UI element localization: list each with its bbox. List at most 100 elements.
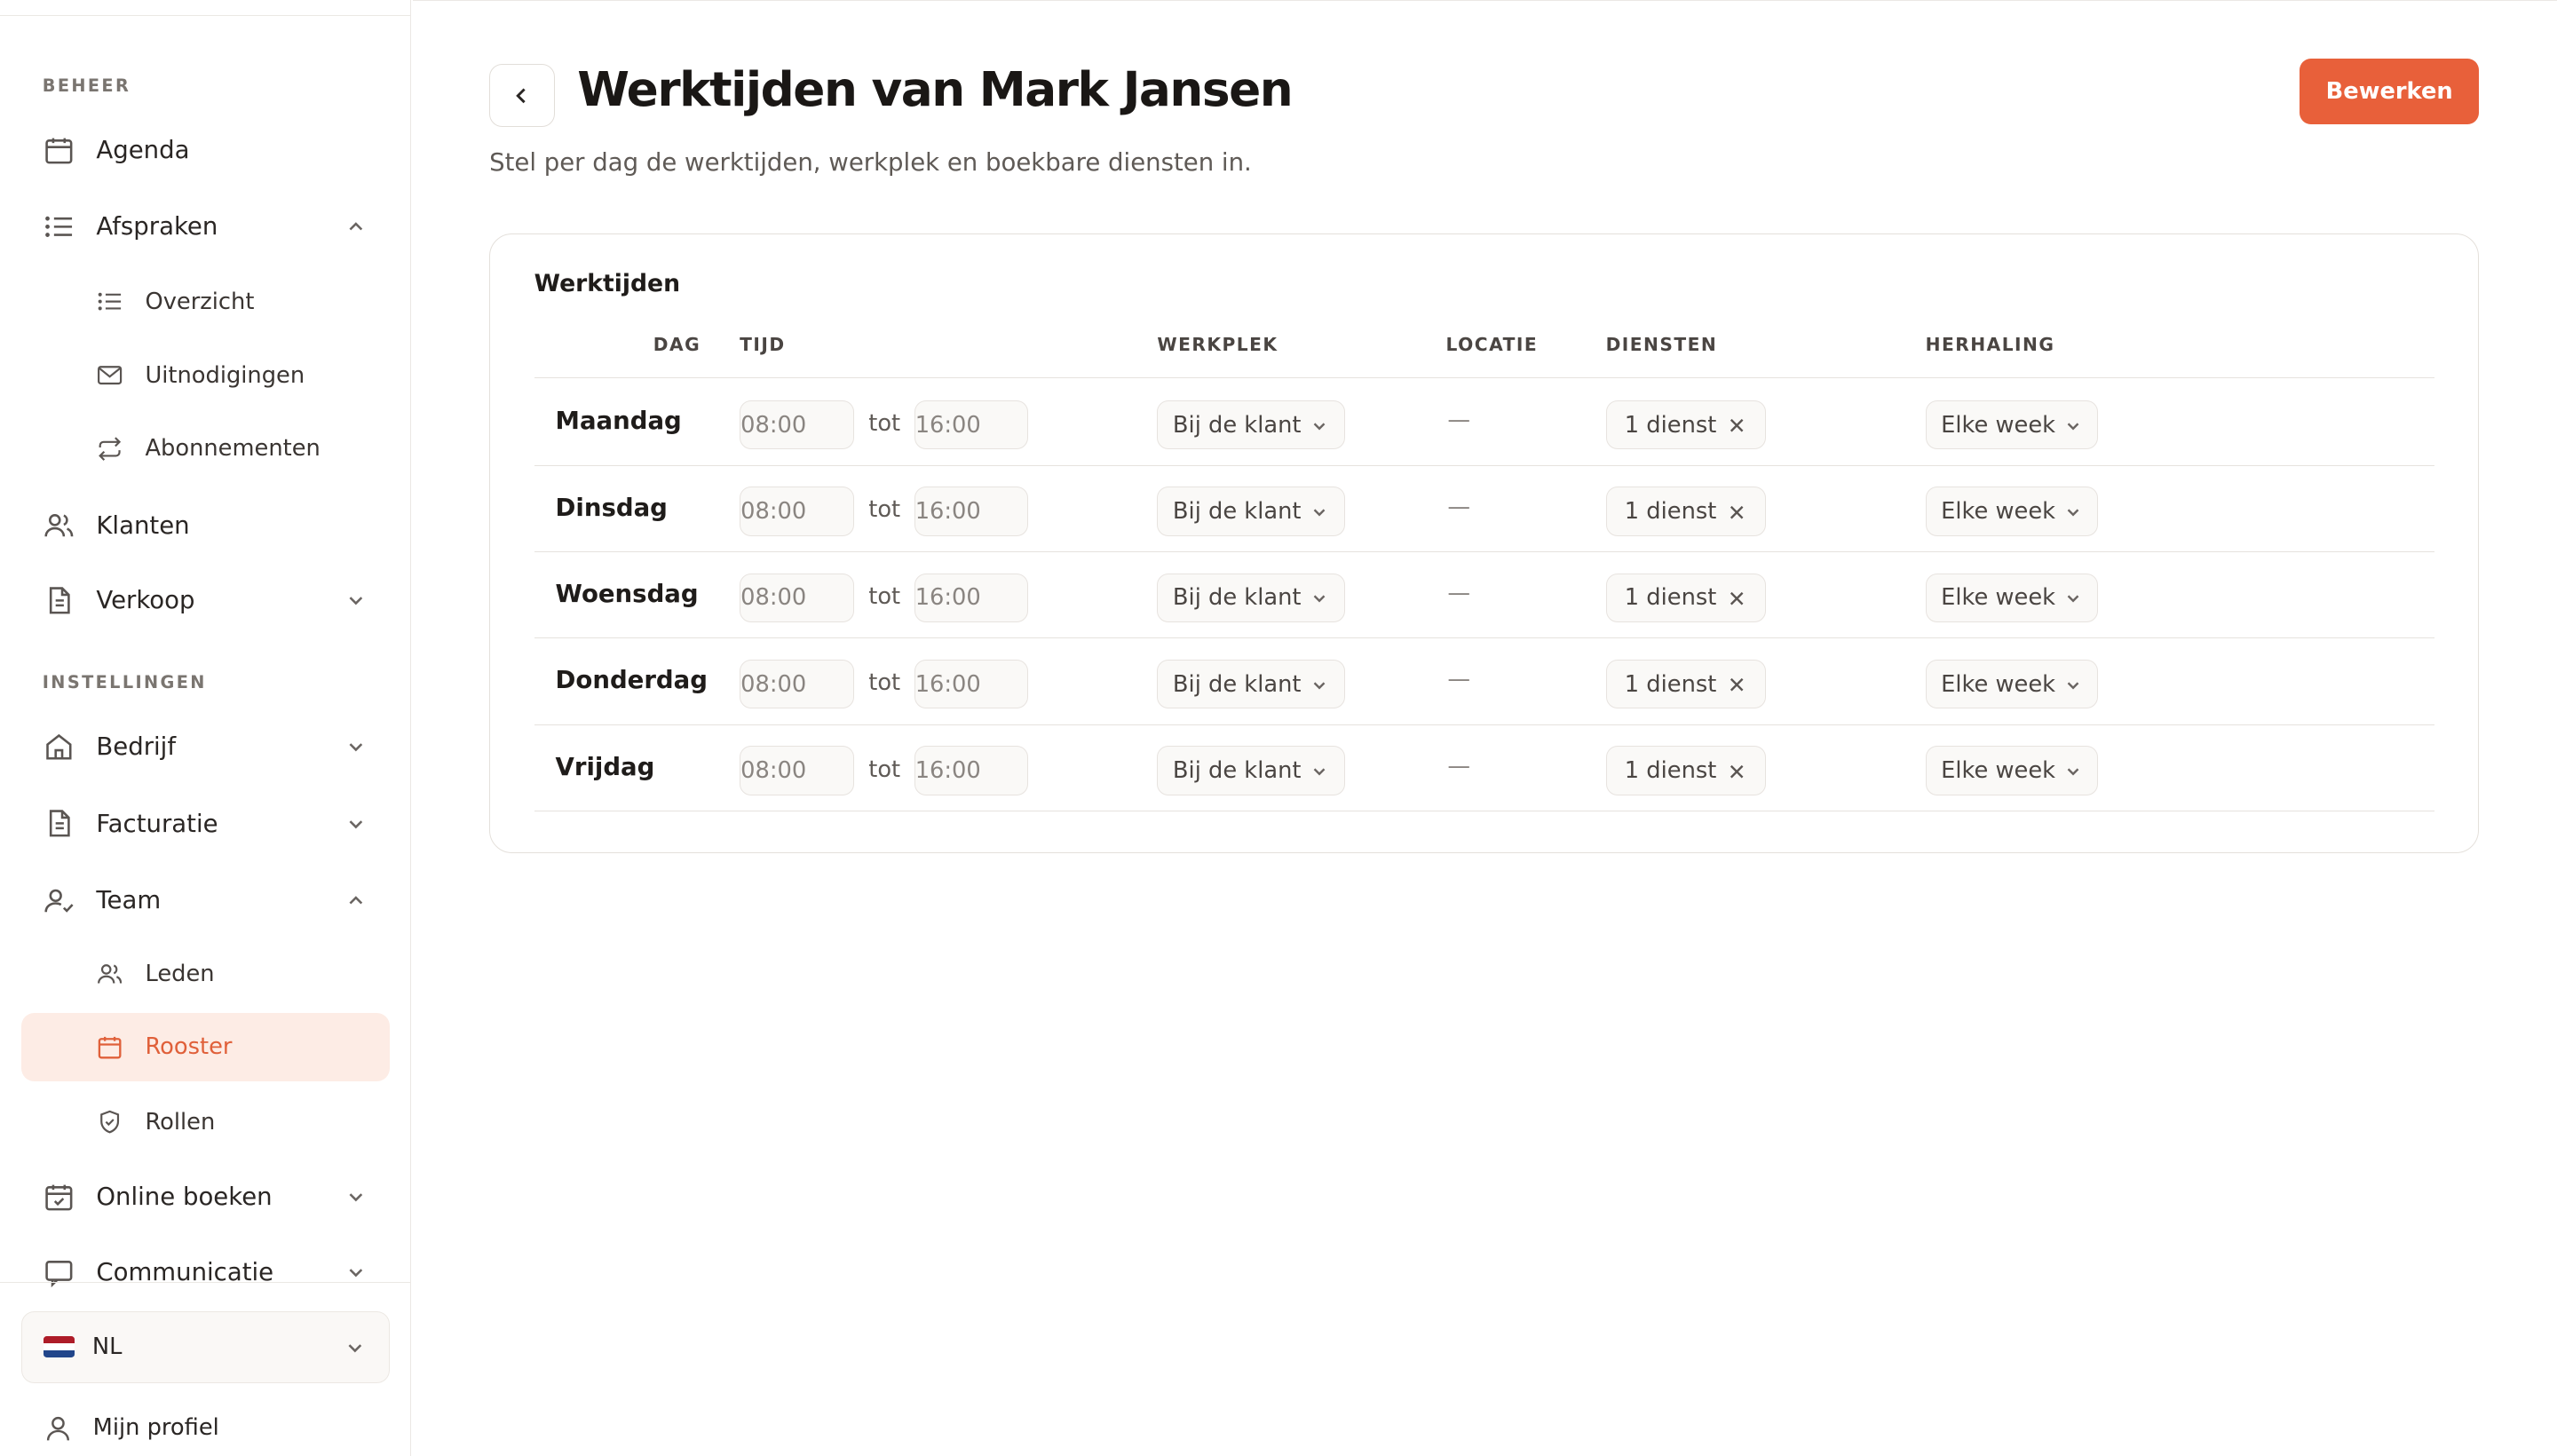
end-time-input[interactable] (914, 487, 1029, 536)
divider (412, 0, 2557, 1)
chevron-up-icon (344, 889, 368, 912)
sidebar-item-abonnementen[interactable]: Abonnementen (21, 415, 390, 480)
diensten-value: 1 dienst (1624, 670, 1717, 698)
page-title: Werktijden van Mark Jansen (577, 61, 1293, 117)
werkplek-select[interactable]: Bij de klant (1157, 487, 1345, 536)
chevron-down-icon (344, 812, 368, 835)
mail-icon (96, 361, 123, 389)
sidebar-item-rollen[interactable]: Rollen (21, 1089, 390, 1154)
sidebar-item-team[interactable]: Team (21, 867, 390, 932)
day-label: Dinsdag (555, 493, 668, 522)
sidebar-item-bedrijf[interactable]: Bedrijf (21, 715, 390, 779)
sidebar-item-overzicht[interactable]: Overzicht (21, 269, 390, 334)
werkplek-value: Bij de klant (1172, 411, 1302, 439)
day-label: Woensdag (555, 580, 699, 609)
sidebar-item-label: Facturatie (96, 809, 218, 838)
werkplek-select[interactable]: Bij de klant (1157, 400, 1345, 450)
close-icon[interactable] (1729, 677, 1745, 692)
start-time-input[interactable] (740, 487, 854, 536)
sidebar-item-agenda[interactable]: Agenda (21, 117, 390, 182)
herhaling-value: Elke week (1941, 670, 2056, 698)
diensten-value: 1 dienst (1624, 497, 1717, 525)
day-label: Donderdag (555, 666, 708, 695)
profile-link[interactable]: Mijn profiel (43, 1412, 219, 1444)
sidebar-item-klanten[interactable]: Klanten (21, 493, 390, 558)
locatie-value: — (1447, 407, 1471, 434)
chevron-down-icon (2063, 589, 2083, 608)
close-icon[interactable] (1729, 764, 1745, 779)
end-time-input[interactable] (914, 573, 1029, 622)
flag-nl-icon (43, 1336, 75, 1358)
divider (534, 377, 2434, 378)
close-icon[interactable] (1729, 590, 1745, 606)
repeat-icon (96, 435, 123, 463)
table-row: Vrijdag tot Bij de klant — 1 dienst Elke… (534, 725, 2434, 811)
diensten-value: 1 dienst (1624, 757, 1717, 785)
sidebar-item-label: Abonnementen (145, 435, 321, 463)
column-header-werkplek: WERKPLEK (1157, 333, 1278, 355)
werkplek-select[interactable]: Bij de klant (1157, 660, 1345, 709)
diensten-tag[interactable]: 1 dienst (1605, 487, 1766, 536)
sidebar-item-afspraken[interactable]: Afspraken (21, 194, 390, 259)
user-icon (43, 1412, 74, 1444)
diensten-tag[interactable]: 1 dienst (1605, 400, 1766, 450)
chevron-down-icon (2063, 416, 2083, 436)
herhaling-select[interactable]: Elke week (1925, 487, 2099, 536)
time-separator: tot (868, 582, 901, 610)
chevron-down-icon (1310, 416, 1329, 436)
herhaling-value: Elke week (1941, 497, 2056, 525)
sidebar-item-rooster[interactable]: Rooster (20, 1012, 391, 1081)
divider (0, 1281, 410, 1283)
herhaling-select[interactable]: Elke week (1925, 660, 2099, 709)
table-row: Woensdag tot Bij de klant — 1 dienst Elk… (534, 552, 2434, 639)
document-icon (43, 584, 75, 617)
locatie-value: — (1447, 752, 1471, 779)
sidebar-item-leden[interactable]: Leden (21, 941, 390, 1006)
sidebar-item-uitnodigingen[interactable]: Uitnodigingen (21, 343, 390, 408)
sidebar-item-label: Rollen (145, 1108, 216, 1136)
close-icon[interactable] (1729, 417, 1745, 433)
back-button[interactable] (489, 63, 555, 128)
close-icon[interactable] (1729, 504, 1745, 520)
sidebar-item-communicatie[interactable]: Communicatie (21, 1239, 390, 1304)
divider (0, 14, 410, 16)
sidebar-item-label: Verkoop (96, 586, 195, 614)
sidebar-item-label: Online boeken (96, 1183, 273, 1212)
start-time-input[interactable] (740, 746, 854, 795)
herhaling-value: Elke week (1941, 411, 2056, 439)
start-time-input[interactable] (740, 400, 854, 450)
chevron-down-icon (344, 1261, 368, 1284)
card-title: Werktijden (534, 270, 681, 298)
diensten-value: 1 dienst (1624, 584, 1717, 612)
sidebar-item-verkoop[interactable]: Verkoop (21, 567, 390, 632)
home-icon (43, 731, 75, 764)
users-icon (96, 960, 123, 987)
end-time-input[interactable] (914, 746, 1029, 795)
edit-button[interactable]: Bewerken (2300, 59, 2480, 124)
chevron-down-icon (344, 735, 368, 758)
sidebar-item-facturatie[interactable]: Facturatie (21, 791, 390, 856)
herhaling-select[interactable]: Elke week (1925, 400, 2099, 450)
herhaling-select[interactable]: Elke week (1925, 746, 2099, 795)
werkplek-select[interactable]: Bij de klant (1157, 746, 1345, 795)
end-time-input[interactable] (914, 660, 1029, 709)
diensten-tag[interactable]: 1 dienst (1605, 660, 1766, 709)
werkplek-select[interactable]: Bij de klant (1157, 573, 1345, 622)
table-row: Maandag tot Bij de klant — 1 dienst Elke… (534, 379, 2434, 466)
chevron-down-icon (1310, 589, 1329, 608)
sidebar-item-online-boeken[interactable]: Online boeken (21, 1165, 390, 1230)
calendar-check-icon (43, 1181, 75, 1214)
end-time-input[interactable] (914, 400, 1029, 450)
user-check-icon (43, 884, 75, 917)
start-time-input[interactable] (740, 660, 854, 709)
language-select[interactable]: NL (20, 1310, 391, 1383)
sidebar-item-label: Bedrijf (96, 732, 177, 762)
start-time-input[interactable] (740, 573, 854, 622)
day-label: Vrijdag (555, 752, 655, 781)
list-icon (96, 288, 123, 315)
chevron-up-icon (344, 215, 368, 238)
diensten-tag[interactable]: 1 dienst (1605, 573, 1766, 622)
sidebar-item-label: Rooster (145, 1033, 233, 1061)
herhaling-select[interactable]: Elke week (1925, 573, 2099, 622)
diensten-tag[interactable]: 1 dienst (1605, 746, 1766, 795)
